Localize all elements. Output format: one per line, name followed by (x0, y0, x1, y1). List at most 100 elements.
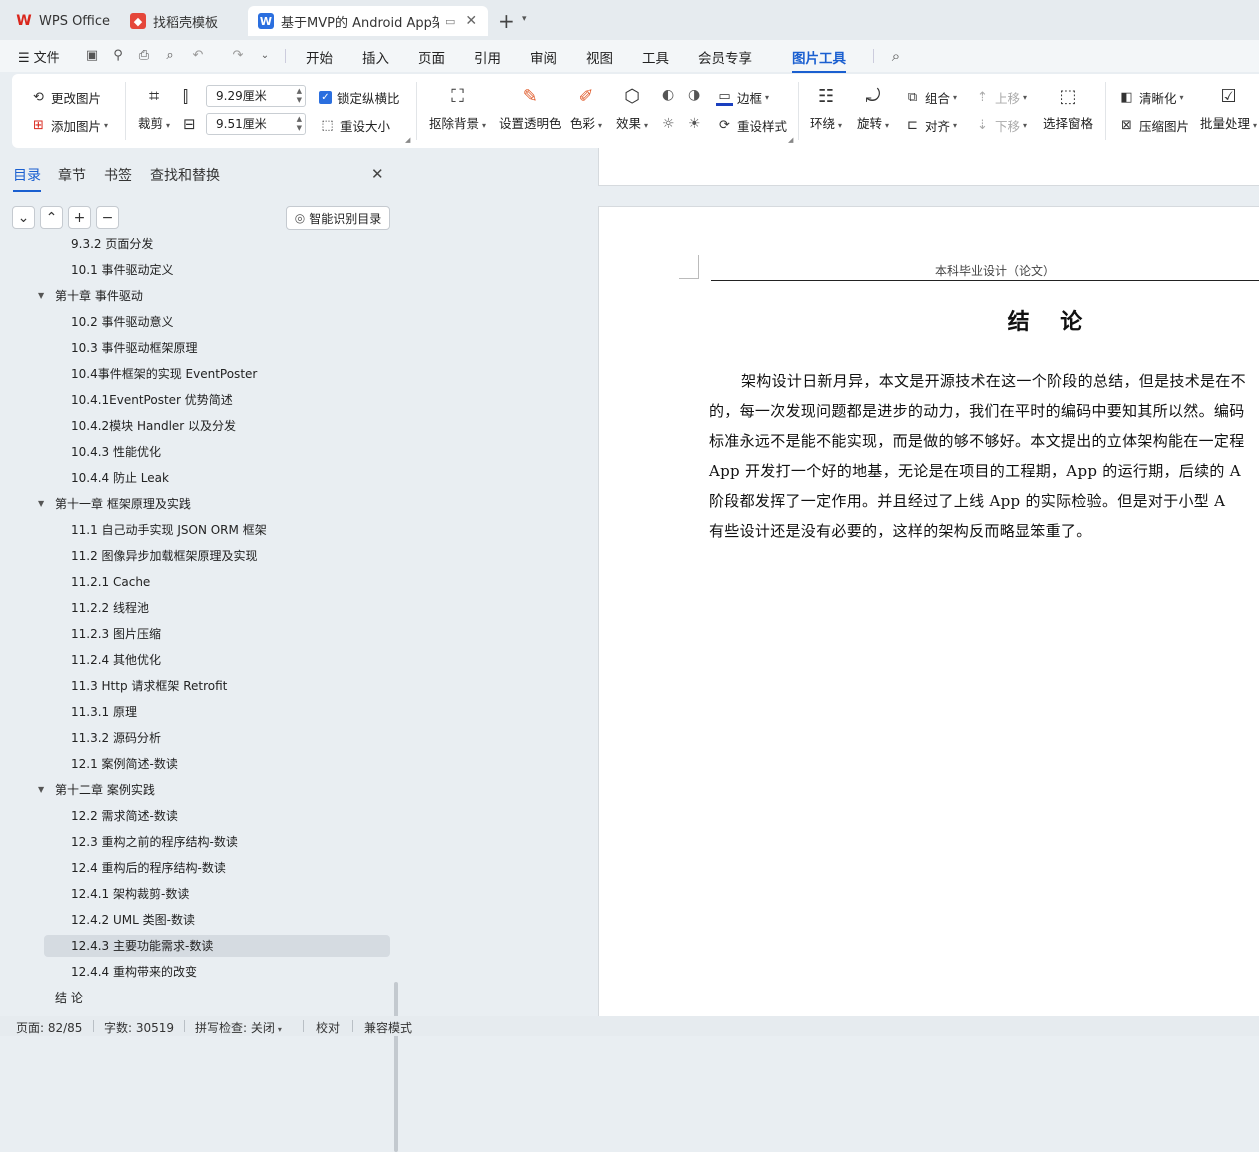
toc-item[interactable]: 12.4.2 UML 类图-数读 (71, 909, 195, 931)
toc-item[interactable]: 11.2.4 其他优化 (71, 649, 161, 671)
toc-item[interactable]: 12.1 案例简述-数读 (71, 753, 178, 775)
toc-chapter-item[interactable]: 结 论 (55, 987, 83, 1009)
change-picture-button[interactable]: ⟲ 更改图片 (30, 88, 101, 107)
print-icon[interactable]: ⎙ (136, 48, 152, 64)
crop-button[interactable]: ⌗ 裁剪 ▾ (138, 84, 170, 132)
set-transparent-button[interactable]: ✎ 设置透明色 (499, 84, 562, 132)
menu-start[interactable]: 开始 (306, 47, 333, 67)
compat-mode[interactable]: 兼容模式 (364, 1019, 412, 1036)
toc-item[interactable]: 10.2 事件驱动意义 (71, 311, 174, 333)
expand-toggle-icon[interactable]: ▼ (38, 285, 44, 307)
move-down-button[interactable]: ⇣ 下移 ▾ (974, 116, 1027, 135)
menu-picture-tools[interactable]: 图片工具 (792, 47, 846, 73)
expand-toggle-icon[interactable]: ▼ (38, 779, 44, 801)
page-count[interactable]: 页面: 82/85 (16, 1019, 82, 1036)
selection-pane-button[interactable]: ⬚ 选择窗格 (1043, 84, 1093, 132)
print-preview-icon[interactable]: ⌕ (162, 48, 178, 64)
align-button[interactable]: ⊏ 对齐 ▾ (904, 116, 957, 135)
toc-item[interactable]: 9.3.2 页面分发 (71, 236, 153, 255)
toc-item[interactable]: 12.4 重构后的程序结构-数读 (71, 857, 226, 879)
brightness-up-icon[interactable]: ◐ (662, 87, 674, 103)
spinner-icon[interactable]: ▲ ▼ (297, 115, 302, 133)
menu-member[interactable]: 会员专享 (698, 47, 752, 67)
reset-size-button[interactable]: ⬚ 重设大小 (319, 116, 390, 135)
toc-item[interactable]: 11.2.3 图片压缩 (71, 623, 161, 645)
tab-wps-office[interactable]: W WPS Office (6, 6, 114, 36)
add-item-button[interactable]: + (68, 206, 91, 229)
close-icon[interactable]: ✕ (465, 13, 477, 29)
file-menu[interactable]: ☰ 文件 (18, 47, 60, 66)
wrap-button[interactable]: ☷ 环绕 ▾ (810, 84, 842, 132)
remove-item-button[interactable]: − (96, 206, 119, 229)
toc-item[interactable]: 11.3.1 原理 (71, 701, 137, 723)
tab-chapter[interactable]: 章节 (58, 165, 86, 185)
toc-chapter-item[interactable]: ▼ 第十二章 案例实践 (38, 779, 155, 801)
toc-item[interactable]: 11.2.2 线程池 (71, 597, 149, 619)
smart-toc-button[interactable]: ◎ 智能识别目录 (286, 206, 390, 230)
toc-item[interactable]: 10.4.1EventPoster 优势简述 (71, 389, 233, 411)
compress-picture-button[interactable]: ⊠ 压缩图片 (1118, 116, 1189, 135)
border-button[interactable]: ▭ 边框 ▾ (716, 88, 769, 107)
toc-item[interactable]: 10.4事件框架的实现 EventPoster (71, 363, 257, 385)
toc-item[interactable]: 10.1 事件驱动定义 (71, 259, 174, 281)
menu-page[interactable]: 页面 (418, 47, 445, 67)
customize-chevron-icon[interactable]: ⌄ (257, 48, 273, 64)
height-input[interactable]: 9.51厘米 ▲ ▼ (206, 113, 306, 135)
proofread[interactable]: 校对 (316, 1019, 340, 1036)
color-button[interactable]: ✐ 色彩 ▾ (570, 84, 602, 132)
rotate-button[interactable]: ⤾ 旋转 ▾ (857, 84, 889, 132)
share-icon[interactable]: ⚲ (110, 48, 126, 64)
toc-item[interactable]: 10.4.4 防止 Leak (71, 467, 169, 489)
redo-icon[interactable]: ↷ (230, 48, 246, 64)
lock-ratio-checkbox[interactable]: ✓ 锁定纵横比 (319, 88, 400, 107)
tab-document[interactable]: W 基于MVP的 Android App架构 ▭ ✕ (248, 6, 488, 36)
toc-item[interactable]: 11.2 图像异步加载框架原理及实现 (71, 545, 258, 567)
toc-item[interactable]: 12.4.3 主要功能需求-数读 (44, 935, 390, 957)
dialog-launcher-icon[interactable]: ◢ (788, 136, 793, 144)
toc-item[interactable]: 12.3 重构之前的程序结构-数读 (71, 831, 238, 853)
move-up-button[interactable]: ⇡ 上移 ▾ (974, 88, 1027, 107)
toc-item[interactable]: 12.4.4 重构带来的改变 (71, 961, 197, 983)
reset-style-button[interactable]: ⟳ 重设样式 (716, 116, 787, 135)
width-input[interactable]: 9.29厘米 ▲ ▼ (206, 85, 306, 107)
collapse-up-button[interactable]: ⌃ (40, 206, 63, 229)
remove-background-button[interactable]: ⛶ 抠除背景 ▾ (429, 84, 486, 132)
menu-tools[interactable]: 工具 (642, 47, 669, 67)
menu-view[interactable]: 视图 (586, 47, 613, 67)
menu-reference[interactable]: 引用 (474, 47, 501, 67)
toc-item[interactable]: 11.3 Http 请求框架 Retrofit (71, 675, 227, 697)
add-picture-button[interactable]: ⊞ 添加图片 ▾ (30, 116, 108, 135)
toc-item[interactable]: 11.1 自己动手实现 JSON ORM 框架 (71, 519, 267, 541)
contrast-down-icon[interactable]: ☀ (688, 116, 701, 132)
monitor-icon[interactable]: ▭ (445, 15, 455, 28)
batch-process-button[interactable]: ☑ 批量处理 ▾ (1200, 84, 1257, 132)
menu-insert[interactable]: 插入 (362, 47, 389, 67)
expand-toggle-icon[interactable]: ▼ (38, 493, 44, 515)
chevron-down-icon[interactable]: ▾ (522, 14, 527, 24)
toc-chapter-item[interactable]: ▼ 第十章 事件驱动 (38, 285, 143, 307)
toc-item[interactable]: 12.4.1 架构裁剪-数读 (71, 883, 189, 905)
tab-find-replace[interactable]: 查找和替换 (150, 165, 220, 185)
tab-toc[interactable]: 目录 (13, 165, 41, 192)
search-icon[interactable]: ⌕ (888, 48, 904, 64)
effect-button[interactable]: ⬡ 效果 ▾ (616, 84, 648, 132)
expand-down-button[interactable]: ⌄ (12, 206, 35, 229)
spinner-icon[interactable]: ▲ ▼ (297, 87, 302, 105)
spell-check[interactable]: 拼写检查: 关闭 ▾ (195, 1019, 282, 1036)
contrast-up-icon[interactable]: ◑ (688, 87, 700, 103)
dialog-launcher-icon[interactable]: ◢ (405, 136, 410, 144)
toc-item[interactable]: 11.2.1 Cache (71, 571, 150, 593)
undo-icon[interactable]: ↶ (190, 48, 206, 64)
tab-docer[interactable]: ◆ 找稻壳模板 (120, 6, 244, 36)
toc-item[interactable]: 10.4.3 性能优化 (71, 441, 161, 463)
toc-item[interactable]: 12.2 需求简述-数读 (71, 805, 178, 827)
new-tab-icon[interactable]: + (498, 9, 515, 33)
close-icon[interactable]: ✕ (371, 165, 384, 183)
tab-bookmark[interactable]: 书签 (104, 165, 132, 185)
brightness-down-icon[interactable]: ☼ (662, 116, 675, 132)
toc-item[interactable]: 10.4.2模块 Handler 以及分发 (71, 415, 236, 437)
group-button[interactable]: ⧉ 组合 ▾ (904, 88, 957, 107)
sharpen-button[interactable]: ◧ 清晰化 ▾ (1118, 88, 1183, 107)
save-icon[interactable]: ▣ (84, 48, 100, 64)
word-count[interactable]: 字数: 30519 (104, 1019, 174, 1036)
